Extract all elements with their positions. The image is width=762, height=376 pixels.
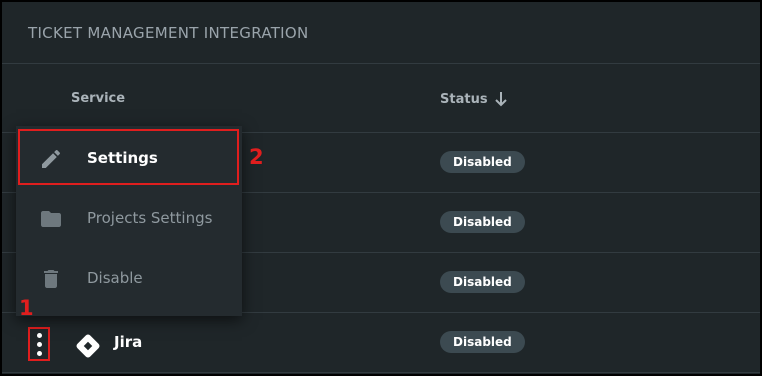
- pencil-icon: [42, 149, 61, 168]
- panel-header: TICKET MANAGEMENT INTEGRATION: [2, 2, 760, 64]
- menu-item-disable[interactable]: Disable: [16, 248, 242, 308]
- menu-item-label: Settings: [87, 149, 158, 167]
- menu-item-projects-settings[interactable]: Projects Settings: [16, 188, 242, 248]
- jira-logo-icon: [76, 334, 100, 358]
- ticket-integration-panel: TICKET MANAGEMENT INTEGRATION Service St…: [0, 0, 762, 376]
- trash-icon: [44, 270, 58, 288]
- annotation-step-1: 1: [19, 296, 34, 320]
- panel-title: TICKET MANAGEMENT INTEGRATION: [28, 23, 309, 42]
- annotation-step-2: 2: [249, 145, 264, 169]
- menu-item-settings[interactable]: Settings: [16, 128, 242, 188]
- service-name: Jira: [114, 333, 143, 351]
- column-header-status[interactable]: Status: [440, 91, 508, 107]
- column-header-status-label: Status: [440, 91, 488, 107]
- menu-item-label: Projects Settings: [87, 209, 213, 227]
- table-row-jira: Jira Disabled: [2, 313, 760, 373]
- row-actions-menu: Settings Projects Settings Disable: [16, 126, 242, 316]
- status-badge: Disabled: [440, 151, 525, 173]
- table-header: Service Status: [2, 64, 760, 133]
- column-header-service[interactable]: Service: [71, 91, 125, 106]
- row-actions-kebab-button[interactable]: [28, 327, 50, 361]
- folder-icon: [41, 211, 61, 227]
- status-badge: Disabled: [440, 331, 525, 353]
- sort-arrow-down-icon: [494, 92, 507, 107]
- menu-item-label: Disable: [87, 269, 143, 287]
- status-badge: Disabled: [440, 211, 525, 233]
- status-badge: Disabled: [440, 271, 525, 293]
